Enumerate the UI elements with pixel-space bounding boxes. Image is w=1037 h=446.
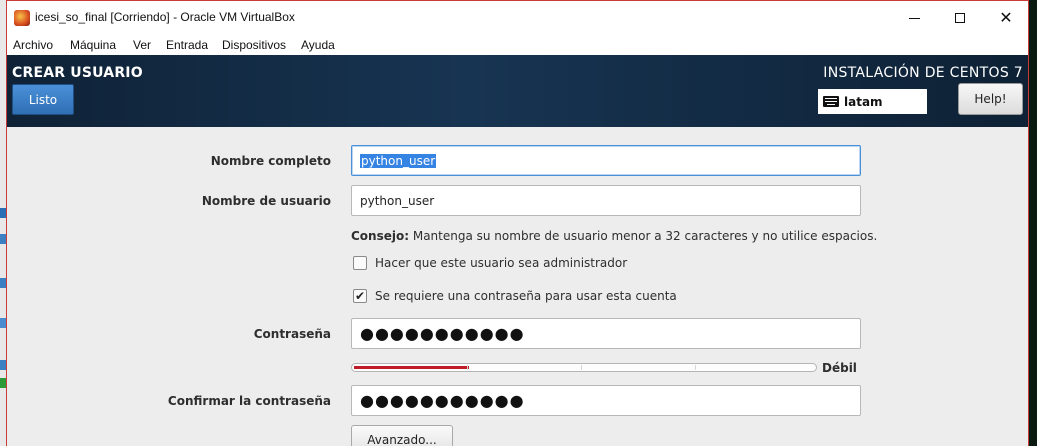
- maximize-icon: [955, 13, 965, 23]
- confirm-password-label: Confirmar la contraseña: [167, 394, 331, 408]
- password-label: Contraseña: [253, 327, 331, 341]
- maximize-button[interactable]: [937, 1, 983, 35]
- require-password-label: Se requiere una contraseña para usar est…: [375, 289, 677, 303]
- virtualbox-app-icon: [14, 10, 30, 26]
- tip-text: Mantenga su nombre de usuario menor a 32…: [409, 229, 878, 243]
- installer-title: INSTALACIÓN DE CENTOS 7: [823, 65, 1023, 81]
- desktop-right-edge: [1028, 0, 1037, 446]
- help-button[interactable]: Help!: [958, 83, 1023, 115]
- require-password-checkbox-row[interactable]: ✔ Se requiere una contraseña para usar e…: [353, 289, 677, 303]
- menu-ayuda[interactable]: Ayuda: [301, 38, 335, 52]
- strength-segment-divider: [467, 365, 468, 370]
- close-icon: ✕: [999, 8, 1013, 27]
- password-strength-text: Débil: [822, 361, 857, 375]
- keyboard-layout-label: latam: [844, 94, 883, 109]
- username-value: python_user: [360, 193, 435, 208]
- menu-ver[interactable]: Ver: [133, 38, 151, 52]
- full-name-value: python_user: [360, 153, 437, 168]
- menu-archivo[interactable]: Archivo: [13, 38, 53, 52]
- password-strength-fill: [354, 366, 469, 369]
- virtualbox-window: icesi_so_final [Corriendo] - Oracle VM V…: [6, 0, 1029, 446]
- admin-checkbox[interactable]: [353, 256, 367, 270]
- admin-checkbox-label: Hacer que este usuario sea administrador: [375, 256, 628, 270]
- menu-entrada[interactable]: Entrada: [166, 38, 208, 52]
- full-name-field[interactable]: python_user: [351, 145, 861, 176]
- username-field[interactable]: python_user: [351, 185, 861, 216]
- close-button[interactable]: ✕: [983, 1, 1028, 35]
- minimize-button[interactable]: [891, 1, 937, 35]
- guest-screen: CREAR USUARIO Listo INSTALACIÓN DE CENTO…: [7, 55, 1028, 446]
- minimize-icon: [908, 17, 920, 19]
- admin-checkbox-row[interactable]: Hacer que este usuario sea administrador: [353, 256, 627, 270]
- strength-segment-divider: [581, 365, 582, 370]
- window-title: icesi_so_final [Corriendo] - Oracle VM V…: [35, 10, 295, 24]
- menu-maquina[interactable]: Máquina: [70, 38, 116, 52]
- tip-heading: Consejo:: [351, 229, 410, 243]
- menu-bar: Archivo Máquina Ver Entrada Dispositivos…: [7, 35, 1028, 55]
- menu-dispositivos[interactable]: Dispositivos: [222, 38, 286, 52]
- confirm-password-value: ●●●●●●●●●●●: [360, 390, 525, 410]
- confirm-password-field[interactable]: ●●●●●●●●●●●: [351, 385, 861, 416]
- checkmark-icon: ✔: [354, 289, 366, 303]
- full-name-label: Nombre completo: [210, 154, 331, 168]
- done-button[interactable]: Listo: [12, 84, 74, 115]
- keyboard-layout-indicator[interactable]: latam: [818, 89, 927, 114]
- password-field[interactable]: ●●●●●●●●●●●: [351, 318, 861, 349]
- username-label: Nombre de usuario: [201, 194, 331, 208]
- installer-header: CREAR USUARIO Listo INSTALACIÓN DE CENTO…: [7, 55, 1028, 127]
- title-bar[interactable]: icesi_so_final [Corriendo] - Oracle VM V…: [7, 1, 1028, 35]
- require-password-checkbox[interactable]: ✔: [353, 289, 367, 303]
- advanced-button[interactable]: Avanzado...: [351, 425, 453, 446]
- password-strength-bar: [351, 363, 817, 372]
- strength-segment-divider: [695, 365, 696, 370]
- keyboard-icon: [823, 96, 839, 107]
- page-title: CREAR USUARIO: [12, 65, 143, 81]
- username-tip: Consejo: Mantenga su nombre de usuario m…: [351, 229, 877, 243]
- password-value: ●●●●●●●●●●●: [360, 323, 525, 343]
